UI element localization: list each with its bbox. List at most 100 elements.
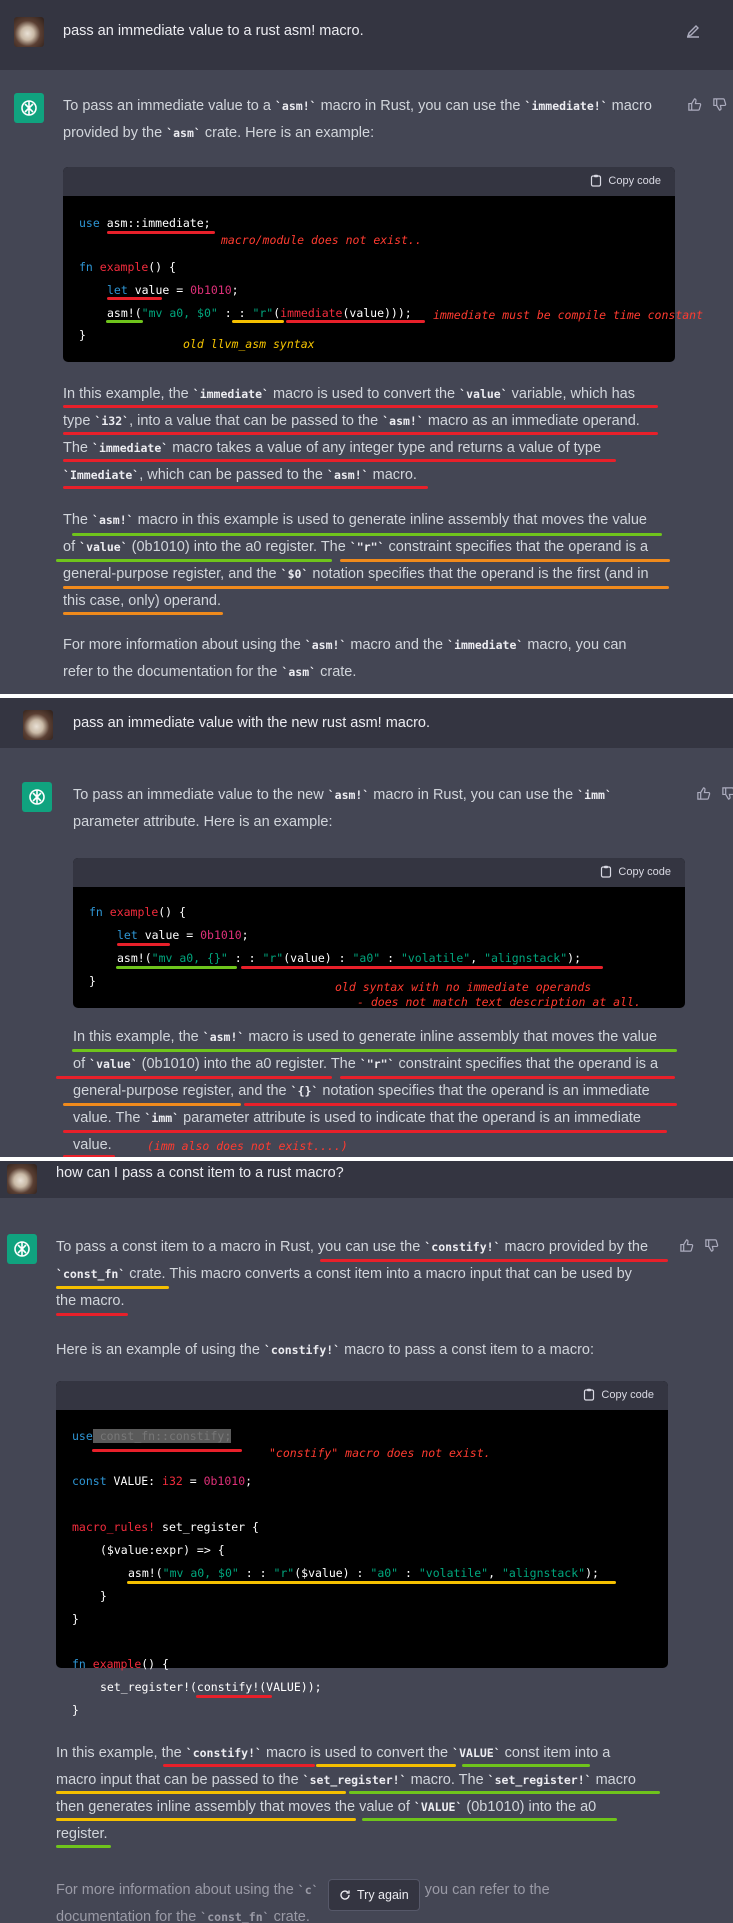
annotation-underline xyxy=(56,1076,332,1079)
user-question: pass an immediate value with the new rus… xyxy=(73,715,431,731)
try-again-button[interactable]: Try again xyxy=(328,1879,420,1911)
code-line: } xyxy=(79,328,86,342)
annotation-note: macro/module does not exist.. xyxy=(221,233,422,247)
edit-icon[interactable] xyxy=(685,23,701,39)
code-line: fn example() { xyxy=(72,1657,169,1671)
annotation-underline xyxy=(72,1049,677,1052)
annotation-underline xyxy=(286,320,425,323)
chatgpt-logo-icon xyxy=(7,1234,37,1264)
annotation-underline xyxy=(63,612,223,615)
annotation-underline xyxy=(56,1286,169,1289)
user-question: pass an immediate value to a rust asm! m… xyxy=(63,23,364,39)
annotation-underline xyxy=(63,486,428,489)
panel-3: how can I pass a const item to a rust ma… xyxy=(0,1161,733,1923)
thumbs-up-icon[interactable] xyxy=(679,1238,694,1253)
user-question: how can I pass a const item to a rust ma… xyxy=(56,1165,344,1181)
annotation-underline xyxy=(56,1313,128,1316)
user-avatar xyxy=(7,1164,37,1194)
feedback-buttons xyxy=(679,1238,719,1253)
user-message-row: how can I pass a const item to a rust ma… xyxy=(0,1161,733,1198)
code-line: set_register!(constify!(VALUE)); xyxy=(100,1680,322,1694)
chatgpt-logo-icon xyxy=(14,93,44,123)
annotation-underline xyxy=(63,586,669,589)
panel-1: pass an immediate value to a rust asm! m… xyxy=(0,0,733,696)
thumbs-down-icon[interactable] xyxy=(704,1238,719,1253)
answer-intro: To pass an immediate value to a asm! mac… xyxy=(63,93,683,147)
clipboard-icon xyxy=(591,174,602,187)
thumbs-down-icon[interactable] xyxy=(712,97,727,112)
annotation-underline xyxy=(63,1103,241,1106)
annotation-note: (imm also does not exist....) xyxy=(147,1139,348,1153)
annotation-underline xyxy=(316,1764,456,1767)
answer-paragraph: In this example, the immediate macro is … xyxy=(63,381,723,489)
annotation-underline xyxy=(462,1764,590,1767)
annotation-underline xyxy=(63,459,616,462)
code-line: asm!("mv a0, $0" : : "r"($value) : "a0" … xyxy=(128,1566,599,1580)
user-message-row: pass an immediate value with the new rus… xyxy=(0,698,733,748)
answer-paragraph: Here is an example of using the constify… xyxy=(56,1337,716,1364)
code-line: } xyxy=(72,1703,79,1717)
panel-2: pass an immediate value with the new rus… xyxy=(0,698,733,1160)
annotation-underline xyxy=(116,966,237,969)
code-line: let value = 0b1010; xyxy=(117,928,249,942)
code-line: macro_rules! set_register { xyxy=(72,1520,259,1534)
annotation-underline xyxy=(56,559,332,562)
annotation-underline xyxy=(107,231,215,234)
annotation-underline xyxy=(63,405,658,408)
thumbs-down-icon[interactable] xyxy=(721,786,733,801)
feedback-buttons xyxy=(687,97,727,112)
annotation-note: old syntax with no immediate operands xyxy=(335,980,592,994)
code-line: use const_fn::constify; xyxy=(72,1429,232,1443)
annotation-underline xyxy=(362,1818,617,1821)
code-line: } xyxy=(72,1612,79,1626)
user-message-row: pass an immediate value to a rust asm! m… xyxy=(0,0,733,70)
annotation-underline xyxy=(340,1076,675,1079)
code-line: ($value:expr) => { xyxy=(100,1543,225,1557)
code-line: const VALUE: i32 = 0b1010; xyxy=(72,1474,253,1488)
clipboard-icon xyxy=(601,865,612,878)
answer-intro: To pass a const item to a macro in Rust,… xyxy=(56,1234,676,1315)
annotation-underline xyxy=(72,533,662,536)
clipboard-icon xyxy=(584,1388,595,1401)
code-line: let value = 0b1010; xyxy=(107,283,239,297)
annotation-underline xyxy=(92,1449,242,1452)
refresh-icon xyxy=(340,1890,350,1900)
annotation-underline xyxy=(106,320,143,323)
code-line: } xyxy=(100,1589,107,1603)
annotation-note: immediate must be compile time constant xyxy=(433,308,704,322)
annotation-underline xyxy=(56,1845,111,1848)
annotation-note: "constify" macro does not exist. xyxy=(269,1446,491,1460)
copy-code-button[interactable]: Copy code xyxy=(590,174,661,187)
user-avatar xyxy=(14,17,44,47)
annotation-underline xyxy=(163,1764,315,1767)
code-line: fn example() { xyxy=(89,905,186,919)
annotation-underline xyxy=(117,943,170,946)
annotation-underline xyxy=(244,1103,677,1106)
thumbs-up-icon[interactable] xyxy=(687,97,702,112)
annotation-underline xyxy=(320,1259,668,1262)
annotation-underline xyxy=(127,1581,616,1584)
annotation-underline xyxy=(349,1791,660,1794)
code-line: asm!("mv a0, $0" : : "r"(immediate(value… xyxy=(107,306,412,320)
copy-code-button[interactable]: Copy code xyxy=(583,1388,654,1401)
answer-intro: To pass an immediate value to the new as… xyxy=(73,782,713,836)
annotation-underline xyxy=(56,1791,346,1794)
annotation-note: old llvm_asm syntax xyxy=(183,337,315,351)
answer-paragraph: For more information about using the asm… xyxy=(63,632,723,686)
annotation-underline xyxy=(241,966,603,969)
answer-paragraph: In this example, the constify! macro is … xyxy=(56,1740,726,1848)
code-block-header: Copy code xyxy=(56,1381,668,1410)
code-line: use asm::immediate; xyxy=(79,216,211,230)
chatgpt-logo-icon xyxy=(22,782,52,812)
copy-code-button[interactable]: Copy code xyxy=(600,865,671,878)
annotation-underline xyxy=(56,1818,356,1821)
code-line: } xyxy=(89,974,96,988)
user-avatar xyxy=(23,710,53,740)
code-block-header: Copy code xyxy=(73,858,685,887)
annotation-underline xyxy=(63,1130,667,1133)
annotation-note: - does not match text description at all… xyxy=(357,995,641,1009)
annotation-underline xyxy=(196,1695,272,1698)
code-line: asm!("mv a0, {}" : : "r"(value) : "a0" :… xyxy=(117,951,582,965)
annotation-underline xyxy=(107,297,162,300)
code-block-header: Copy code xyxy=(63,167,675,196)
